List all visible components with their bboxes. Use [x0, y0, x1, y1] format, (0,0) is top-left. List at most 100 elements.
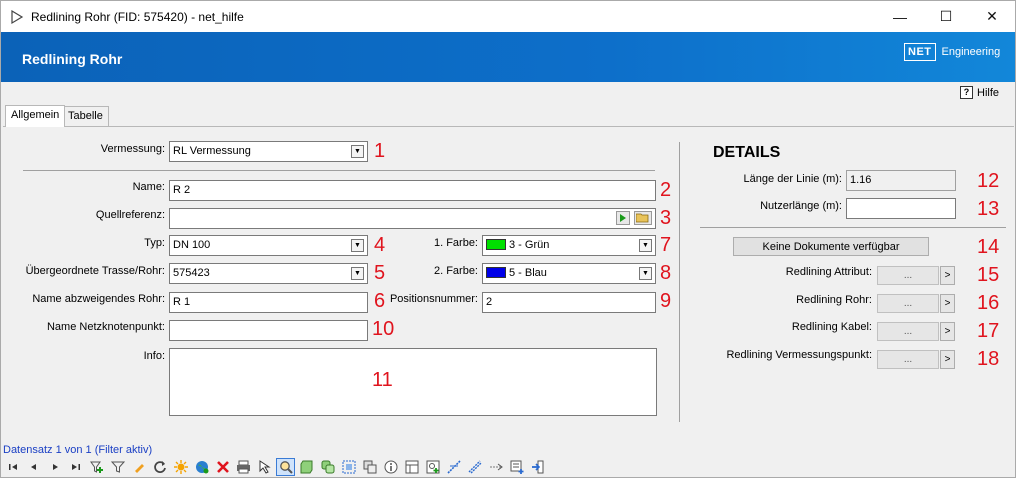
table-icon[interactable]	[402, 458, 421, 476]
list-icon[interactable]	[507, 458, 526, 476]
info-icon[interactable]	[381, 458, 400, 476]
marker-4: 4	[374, 234, 386, 256]
farbe2-select[interactable]: 5 - Blau ▼	[482, 263, 656, 284]
laenge-field: 1.16	[846, 170, 956, 191]
position-label: Positionsnummer:	[389, 293, 478, 305]
exit-icon[interactable]	[528, 458, 547, 476]
split-icon[interactable]	[465, 458, 484, 476]
copy-icon[interactable]	[318, 458, 337, 476]
marker-1: 1	[374, 140, 386, 162]
netzknoten-field[interactable]	[169, 320, 368, 341]
quellreferenz-label: Quellreferenz:	[95, 209, 165, 221]
refresh-icon[interactable]	[150, 458, 169, 476]
documents-button[interactable]: Keine Dokumente verfügbar	[733, 237, 929, 256]
color-swatch	[486, 239, 506, 250]
farbe1-value: 3 - Grün	[509, 239, 550, 251]
attribut-open-button[interactable]: ...	[877, 266, 939, 285]
rohr-go-button[interactable]: >	[940, 294, 955, 313]
first-icon[interactable]	[3, 458, 22, 476]
marker-18: 18	[977, 348, 1000, 370]
prev-icon[interactable]	[24, 458, 43, 476]
marker-14: 14	[977, 236, 1000, 258]
marker-16: 16	[977, 292, 1000, 314]
divider	[23, 170, 655, 171]
abzweig-label: Name abzweigendes Rohr:	[32, 293, 165, 305]
kabel-open-button[interactable]: ...	[877, 322, 939, 341]
link-label-kabel: Redlining Kabel:	[791, 321, 872, 333]
marker-3: 3	[660, 207, 672, 229]
netzknoten-label: Name Netzknotenpunkt:	[46, 321, 165, 333]
info-label: Info:	[143, 350, 165, 362]
next-icon[interactable]	[45, 458, 64, 476]
trasse-select[interactable]: 575423 ▼	[169, 263, 368, 284]
attach-icon[interactable]	[423, 458, 442, 476]
window-title: Redlining Rohr (FID: 575420) - net_hilfe	[31, 10, 244, 24]
marker-7: 7	[660, 234, 672, 256]
nutzer-field[interactable]	[846, 198, 956, 219]
play-icon[interactable]	[616, 211, 630, 225]
tab-allgemein[interactable]: Allgemein	[5, 105, 66, 127]
filter-icon[interactable]	[108, 458, 127, 476]
marker-10: 10	[372, 318, 395, 340]
zoom-icon[interactable]	[276, 458, 295, 476]
add-filter-icon[interactable]	[87, 458, 106, 476]
page-title: Redlining Rohr	[22, 51, 123, 67]
typ-select[interactable]: DN 100 ▼	[169, 235, 368, 256]
add-line-icon[interactable]	[444, 458, 463, 476]
maximize-button[interactable]: ☐	[923, 1, 969, 32]
trasse-value: 575423	[173, 267, 210, 279]
help-icon: ?	[960, 86, 973, 99]
trasse-label: Übergeordnete Trasse/Rohr:	[25, 265, 165, 277]
details-heading: DETAILS	[713, 144, 781, 161]
abzweig-field[interactable]: R 1	[169, 292, 368, 313]
details-divider	[700, 227, 1006, 228]
farbe2-value: 5 - Blau	[509, 267, 547, 279]
vermessung-value: RL Vermessung	[173, 145, 251, 157]
vermessung-select[interactable]: RL Vermessung ▼	[169, 141, 368, 162]
rohr-open-button[interactable]: ...	[877, 294, 939, 313]
name-label: Name:	[132, 181, 165, 193]
position-field[interactable]: 2	[482, 292, 656, 313]
kabel-go-button[interactable]: >	[940, 322, 955, 341]
info-textarea[interactable]	[169, 348, 657, 416]
close-button[interactable]: ✕	[969, 1, 1015, 32]
quellreferenz-field[interactable]	[169, 208, 656, 229]
logo-box: NET	[904, 43, 936, 61]
marker-5: 5	[374, 262, 386, 284]
vermessungspunkt-go-button[interactable]: >	[940, 350, 955, 369]
help-link[interactable]: ? Hilfe	[960, 86, 999, 99]
layer-icon[interactable]	[297, 458, 316, 476]
app-icon	[11, 9, 24, 25]
highlight-icon[interactable]	[171, 458, 190, 476]
marker-2: 2	[660, 179, 672, 201]
tab-tabelle[interactable]: Tabelle	[62, 106, 109, 126]
chevron-down-icon: ▼	[639, 267, 652, 280]
window: Redlining Rohr (FID: 575420) - net_hilfe…	[0, 0, 1016, 478]
typ-value: DN 100	[173, 239, 211, 251]
minimize-button[interactable]: —	[877, 1, 923, 32]
select-icon[interactable]	[255, 458, 274, 476]
name-field[interactable]: R 2	[169, 180, 656, 201]
globe-icon[interactable]	[192, 458, 211, 476]
vermessungspunkt-open-button[interactable]: ...	[877, 350, 939, 369]
last-icon[interactable]	[66, 458, 85, 476]
color-swatch	[486, 267, 506, 278]
title-bar: Redlining Rohr (FID: 575420) - net_hilfe…	[1, 1, 1015, 32]
merge-icon[interactable]	[486, 458, 505, 476]
link-label-attribut: Redlining Attribut:	[785, 266, 872, 278]
print-icon[interactable]	[234, 458, 253, 476]
duplicate-icon[interactable]	[360, 458, 379, 476]
laenge-label: Länge der Linie (m):	[743, 173, 842, 185]
farbe2-label: 2. Farbe:	[433, 265, 478, 277]
marker-11: 11	[372, 369, 393, 391]
attribut-go-button[interactable]: >	[940, 266, 955, 285]
vermessung-label: Vermessung:	[100, 143, 165, 155]
marker-12: 12	[977, 170, 1000, 192]
logo-text: Engineering	[941, 46, 1001, 58]
delete-icon[interactable]	[213, 458, 232, 476]
frame-icon[interactable]	[339, 458, 358, 476]
edit-icon[interactable]	[129, 458, 148, 476]
folder-open-icon[interactable]	[634, 211, 652, 225]
link-label-rohr: Redlining Rohr:	[796, 294, 872, 306]
farbe1-select[interactable]: 3 - Grün ▼	[482, 235, 656, 256]
